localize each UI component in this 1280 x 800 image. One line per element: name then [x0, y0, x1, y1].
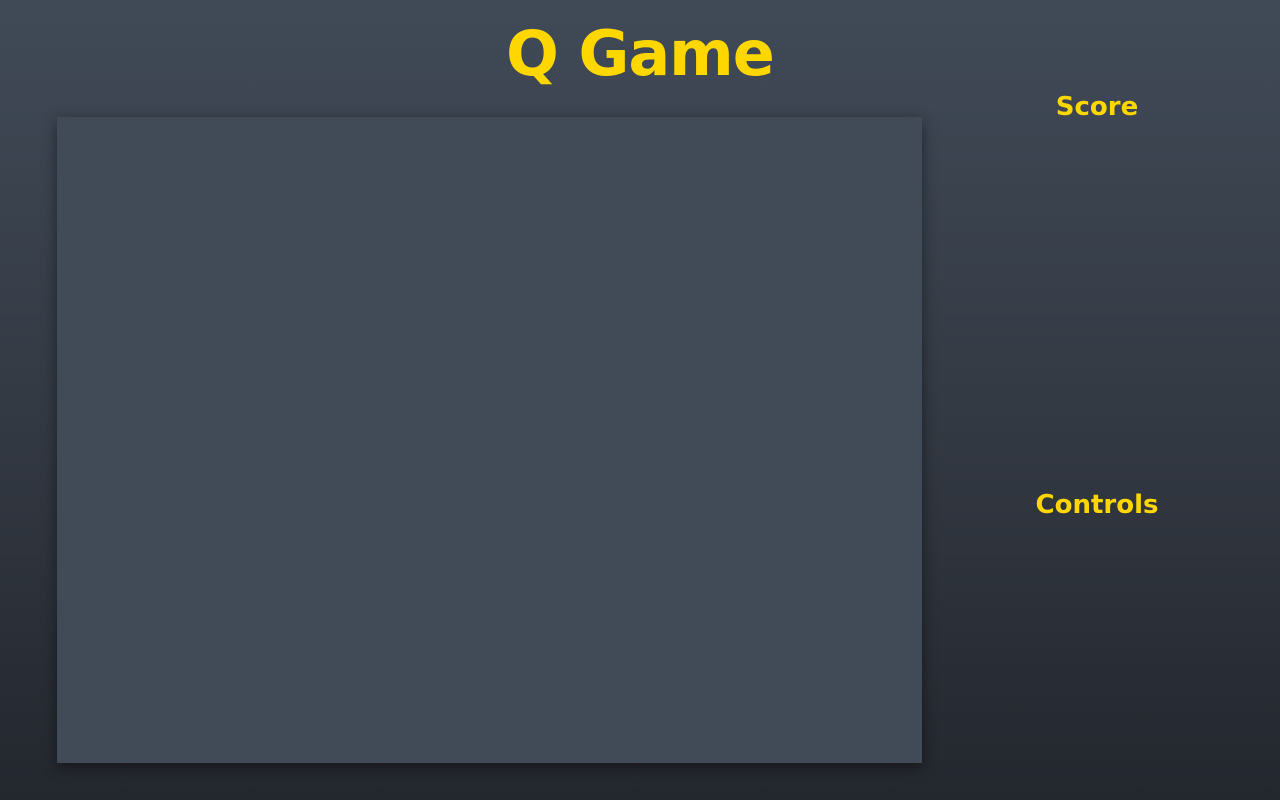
- score-panel: [972, 130, 1222, 470]
- game-board[interactable]: [57, 117, 922, 763]
- controls-heading: Controls: [1035, 490, 1159, 520]
- game-title: Q Game: [506, 17, 775, 90]
- score-heading: Score: [1055, 92, 1139, 122]
- controls-panel: [972, 528, 1222, 768]
